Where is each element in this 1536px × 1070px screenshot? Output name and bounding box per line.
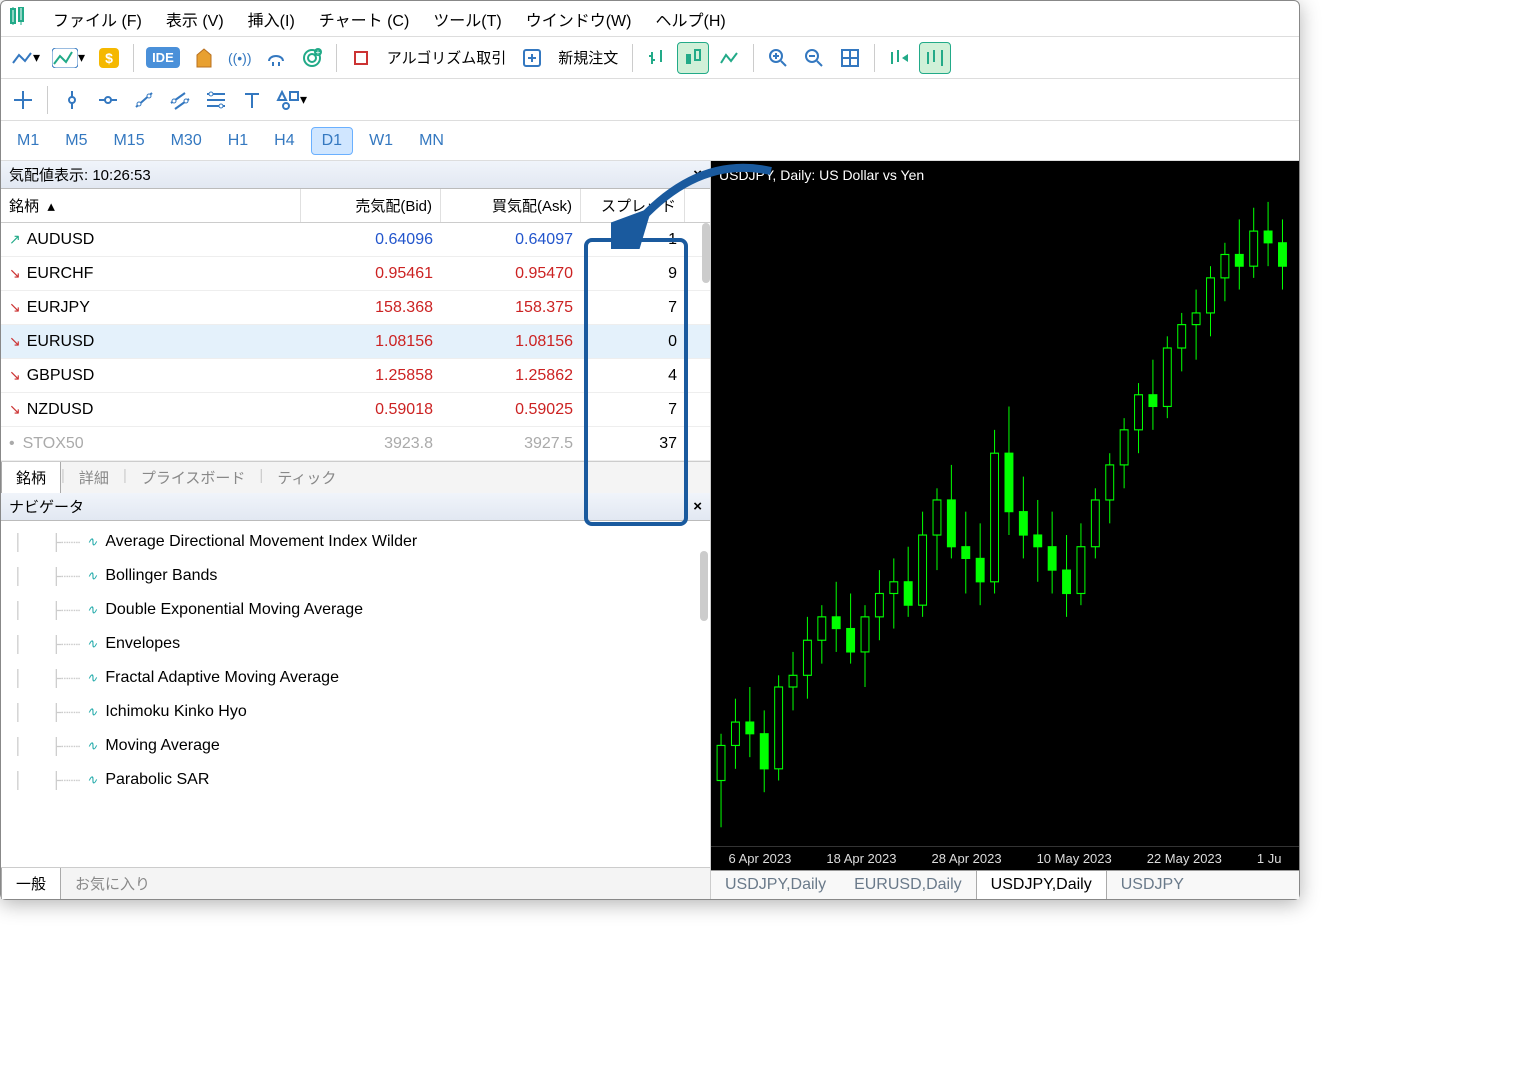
navigator-body: │ ├┈┈∿Average Directional Movement Index… xyxy=(1,521,710,867)
market-watch-row[interactable]: GBPUSD1.258581.258624 xyxy=(1,359,710,393)
fibo-icon[interactable] xyxy=(200,84,232,116)
autoscroll-icon[interactable] xyxy=(919,42,951,74)
menu-chart[interactable]: チャート (C) xyxy=(319,7,410,31)
crosshair-icon[interactable] xyxy=(7,84,39,116)
chart-panel: USDJPY, Daily: US Dollar vs Yen 6 Apr 20… xyxy=(711,161,1299,899)
navigator-title: ナビゲータ × xyxy=(1,493,710,521)
text-icon[interactable] xyxy=(236,84,268,116)
arrow-annotation xyxy=(611,159,781,249)
menu-tools[interactable]: ツール(T) xyxy=(433,7,501,31)
market-watch-tab[interactable]: ティック xyxy=(263,462,350,493)
chart-tab[interactable]: USDJPY,Daily xyxy=(711,871,840,899)
toolbar-main: ▾ ▾ $ IDE ((•)) + アルゴリズム取引 新規注文 xyxy=(1,37,1299,79)
timeframe-M1[interactable]: M1 xyxy=(7,128,49,154)
chart-type-button[interactable]: ▾ xyxy=(7,42,44,74)
app-logo-icon xyxy=(9,7,29,30)
equidistant-channel-icon[interactable] xyxy=(164,84,196,116)
menu-file[interactable]: ファイル (F) xyxy=(53,7,142,31)
timeframe-H1[interactable]: H1 xyxy=(218,128,258,154)
bar-chart-icon[interactable] xyxy=(641,42,673,74)
zoom-out-icon[interactable] xyxy=(798,42,830,74)
navigator-item[interactable]: │ ├┈┈∿Average Directional Movement Index… xyxy=(13,525,710,559)
navigator-tab[interactable]: 一般 xyxy=(1,868,61,899)
ide-button[interactable]: IDE xyxy=(142,42,184,74)
tile-windows-icon[interactable] xyxy=(834,42,866,74)
timeframe-D1[interactable]: D1 xyxy=(311,127,353,155)
menu-bar: ファイル (F) 表示 (V) 挿入(I) チャート (C) ツール(T) ウイ… xyxy=(1,1,1299,37)
market-watch-row[interactable]: EURUSD1.081561.081560 xyxy=(1,325,710,359)
navigator-item[interactable]: │ ├┈┈∿Fractal Adaptive Moving Average xyxy=(13,661,710,695)
navigator-item[interactable]: │ ├┈┈∿Envelopes xyxy=(13,627,710,661)
menu-help[interactable]: ヘルプ(H) xyxy=(655,7,725,31)
market-watch-tab[interactable]: 銘柄 xyxy=(1,462,61,493)
market-watch-tabs: 銘柄 | 詳細 | プライスボード | ティック xyxy=(1,461,710,493)
navigator-tabs: 一般お気に入り xyxy=(1,867,710,899)
chart-tabs: USDJPY,DailyEURUSD,DailyUSDJPY,DailyUSDJ… xyxy=(711,870,1299,899)
navigator-item[interactable]: │ ├┈┈∿Double Exponential Moving Average xyxy=(13,593,710,627)
market-watch-row[interactable]: NZDUSD0.590180.590257 xyxy=(1,393,710,427)
new-order-button[interactable] xyxy=(516,42,548,74)
market-watch-tab[interactable]: プライスボード xyxy=(127,462,260,493)
market-watch-row[interactable]: EURCHF0.954610.954709 xyxy=(1,257,710,291)
menu-view[interactable]: 表示 (V) xyxy=(166,7,224,31)
market-watch-header[interactable]: 銘柄 ▴ 売気配(Bid) 買気配(Ask) スプレッド xyxy=(1,189,710,223)
timeframe-MN[interactable]: MN xyxy=(409,128,454,154)
toolbar-draw: ▾ xyxy=(1,79,1299,121)
zoom-in-icon[interactable] xyxy=(762,42,794,74)
line-chart-icon[interactable] xyxy=(713,42,745,74)
timeframe-button[interactable]: ▾ xyxy=(48,42,89,74)
chart-tab[interactable]: EURUSD,Daily xyxy=(840,871,976,899)
svg-text:+: + xyxy=(315,48,320,57)
horizontal-line-icon[interactable] xyxy=(92,84,124,116)
navigator-item[interactable]: │ ├┈┈∿Moving Average xyxy=(13,729,710,763)
menu-window[interactable]: ウインドウ(W) xyxy=(526,7,632,31)
shift-chart-icon[interactable] xyxy=(883,42,915,74)
add-indicator-icon[interactable]: + xyxy=(296,42,328,74)
market-watch-title: 気配値表示: 10:26:53 × xyxy=(1,161,710,189)
trendline-icon[interactable] xyxy=(128,84,160,116)
candle-chart-icon[interactable] xyxy=(677,42,709,74)
deposit-button[interactable]: $ xyxy=(93,42,125,74)
chart-body[interactable] xyxy=(711,189,1299,846)
vps-icon[interactable] xyxy=(260,42,292,74)
chart-title: USDJPY, Daily: US Dollar vs Yen xyxy=(711,161,1299,189)
market-watch-row[interactable]: AUDUSD0.640960.640971 xyxy=(1,223,710,257)
new-order-label: 新規注文 xyxy=(552,47,624,68)
timeframe-bar: M1M5M15 M30H1H4 D1W1MN xyxy=(1,121,1299,161)
market-watch-row[interactable]: STOX503923.83927.537 xyxy=(1,427,710,461)
navigator-item[interactable]: │ ├┈┈∿Ichimoku Kinko Hyo xyxy=(13,695,710,729)
shapes-icon[interactable]: ▾ xyxy=(272,84,311,116)
navigator-item[interactable]: │ ├┈┈∿Bollinger Bands xyxy=(13,559,710,593)
market-watch-row[interactable]: EURJPY158.368158.3757 xyxy=(1,291,710,325)
timeframe-M15[interactable]: M15 xyxy=(103,128,154,154)
timeframe-M30[interactable]: M30 xyxy=(161,128,212,154)
menu-insert[interactable]: 挿入(I) xyxy=(248,7,295,31)
scrollbar[interactable] xyxy=(700,551,708,621)
algo-trading-label: アルゴリズム取引 xyxy=(381,47,513,68)
chart-tab[interactable]: USDJPY,Daily xyxy=(976,871,1107,899)
timeframe-M5[interactable]: M5 xyxy=(55,128,97,154)
chart-xaxis: 6 Apr 202318 Apr 202328 Apr 202310 May 2… xyxy=(711,846,1299,870)
market-watch-body: AUDUSD0.640960.640971EURCHF0.954610.9547… xyxy=(1,223,710,461)
chart-tab[interactable]: USDJPY xyxy=(1107,871,1198,899)
navigator-item[interactable]: │ ├┈┈∿Parabolic SAR xyxy=(13,763,710,797)
close-icon[interactable]: × xyxy=(693,498,702,515)
navigator-tab[interactable]: お気に入り xyxy=(61,868,164,899)
timeframe-H4[interactable]: H4 xyxy=(264,128,304,154)
market-watch-tab[interactable]: 詳細 xyxy=(65,462,123,493)
algo-trading-button[interactable] xyxy=(345,42,377,74)
signal-icon[interactable]: ((•)) xyxy=(224,42,256,74)
vertical-line-icon[interactable] xyxy=(56,84,88,116)
market-button[interactable] xyxy=(188,42,220,74)
timeframe-W1[interactable]: W1 xyxy=(359,128,403,154)
